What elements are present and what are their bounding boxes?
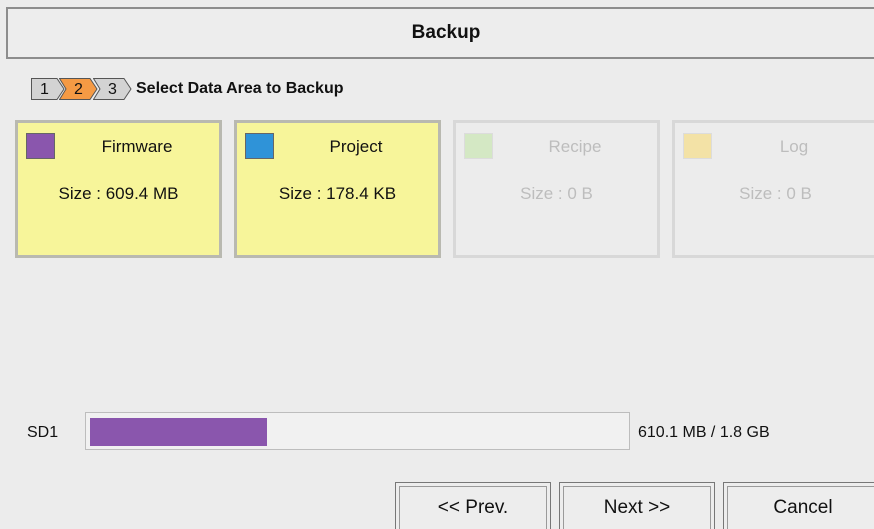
wizard-steps: 1 2 3 Select Data Area to Backup bbox=[31, 78, 343, 100]
storage-device-label: SD1 bbox=[27, 424, 59, 441]
step-1-number: 1 bbox=[40, 80, 49, 98]
step-2-number: 2 bbox=[74, 80, 83, 98]
next-button[interactable]: Next >> bbox=[559, 482, 715, 529]
project-color-swatch bbox=[245, 133, 274, 159]
area-name: Recipe bbox=[548, 137, 602, 156]
area-size: Size : 0 B bbox=[520, 184, 593, 203]
area-card-firmware[interactable]: Firmware Size : 609.4 MB bbox=[15, 120, 222, 258]
step-3-indicator: 3 bbox=[93, 78, 133, 100]
dialog-title: Backup bbox=[6, 7, 874, 59]
recipe-color-swatch bbox=[464, 133, 493, 159]
storage-usage-bar bbox=[85, 412, 630, 450]
data-area-list: Firmware Size : 609.4 MB Project Size : … bbox=[15, 120, 874, 258]
cancel-button[interactable]: Cancel bbox=[723, 482, 874, 529]
area-size: Size : 0 B bbox=[739, 184, 812, 203]
area-name: Project bbox=[329, 137, 383, 156]
area-card-log: Log Size : 0 B bbox=[672, 120, 874, 258]
log-color-swatch bbox=[683, 133, 712, 159]
prev-button[interactable]: << Prev. bbox=[395, 482, 551, 529]
area-size: Size : 178.4 KB bbox=[278, 184, 397, 203]
step-3-number: 3 bbox=[108, 80, 117, 98]
firmware-color-swatch bbox=[26, 133, 55, 159]
storage-usage-text: 610.1 MB / 1.8 GB bbox=[638, 424, 770, 441]
backup-dialog: Backup 1 2 3 Select Data Area to Backup … bbox=[0, 0, 874, 529]
area-name: Log bbox=[779, 137, 809, 156]
area-size: Size : 609.4 MB bbox=[58, 184, 179, 203]
storage-usage-fill bbox=[90, 418, 267, 446]
area-card-project[interactable]: Project Size : 178.4 KB bbox=[234, 120, 441, 258]
area-card-recipe: Recipe Size : 0 B bbox=[453, 120, 660, 258]
step-heading: Select Data Area to Backup bbox=[136, 80, 344, 97]
area-name: Firmware bbox=[101, 137, 173, 156]
